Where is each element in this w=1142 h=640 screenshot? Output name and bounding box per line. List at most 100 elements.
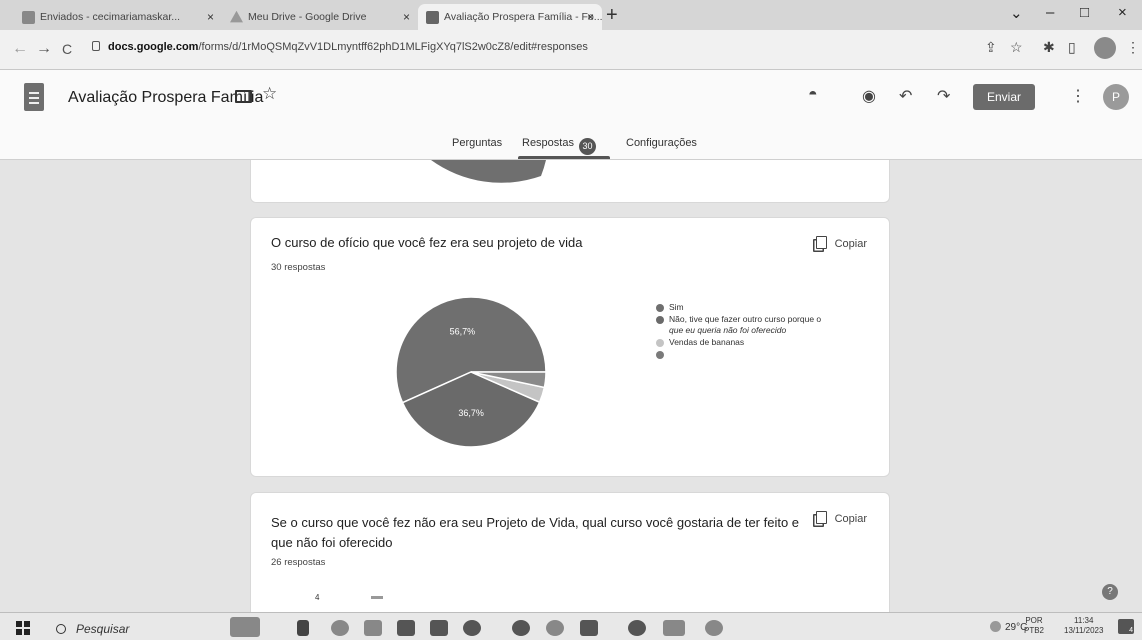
tab-drive[interactable]: Meu Drive - Google Drive × — [222, 4, 418, 30]
bookmark-star-icon[interactable]: ☆ — [1010, 39, 1023, 56]
photos-icon[interactable] — [580, 620, 598, 636]
google-forms-logo[interactable] — [24, 83, 44, 111]
question-card-1: O curso de ofício que você fez era seu p… — [250, 217, 890, 477]
star-icon[interactable]: ☆ — [262, 84, 277, 104]
help-icon[interactable]: ? — [1102, 584, 1118, 600]
profile-extension-icon[interactable] — [1094, 37, 1116, 59]
tab-questions[interactable]: Perguntas — [452, 137, 502, 149]
reload-button[interactable]: C — [62, 41, 72, 57]
share-icon[interactable]: ⇪ — [985, 39, 997, 56]
task-view-icon[interactable] — [297, 620, 309, 636]
tab-responses[interactable]: Respostas 30 — [522, 137, 596, 155]
url-path: /forms/d/1rMoQSMqZvV1DLmyntff62phD1MLFig… — [198, 41, 588, 53]
close-window-button[interactable]: × — [1118, 4, 1127, 21]
legend-swatch — [656, 351, 664, 359]
legend-item[interactable]: Vendas de bananas — [656, 337, 866, 348]
browser-menu-icon[interactable]: ⋮ — [1126, 39, 1140, 56]
question-card-2: Se o curso que você fez não era seu Proj… — [250, 492, 890, 612]
drive-icon — [230, 10, 243, 23]
legend-label: Vendas de bananas — [669, 337, 745, 347]
search-icon — [56, 624, 66, 634]
response-count: 26 respostas — [271, 557, 326, 568]
slice-label: 56,7% — [450, 327, 476, 337]
app-icon[interactable] — [628, 620, 646, 636]
lock-icon — [92, 41, 100, 51]
legend-item[interactable]: Não, tive que fazer outro curso porque o… — [656, 314, 866, 336]
legend-label: Sim — [669, 302, 684, 312]
folder-icon[interactable] — [235, 90, 252, 103]
slice-label: 36,7% — [458, 408, 484, 418]
windows-start-icon[interactable] — [16, 621, 30, 635]
chevron-down-icon[interactable]: ⌄ — [1010, 4, 1023, 22]
file-explorer-icon[interactable] — [364, 620, 382, 636]
previous-question-card — [250, 160, 890, 203]
app-icon[interactable] — [705, 620, 723, 636]
legend-swatch — [656, 339, 664, 347]
weather-sun-icon — [990, 621, 1001, 632]
legend-swatch — [656, 316, 664, 324]
tab-close-icon[interactable]: × — [587, 4, 594, 30]
tab-forms[interactable]: Avaliação Prospera Família - Fo... × — [418, 4, 602, 30]
copy-button[interactable]: Copiar — [815, 511, 867, 525]
mail-icon[interactable] — [430, 620, 448, 636]
app-icon[interactable] — [546, 620, 564, 636]
url-host: docs.google.com — [108, 41, 199, 53]
tab-forms-label: Avaliação Prospera Família - Fo... — [444, 11, 602, 23]
previous-pie-fragment — [431, 160, 546, 183]
clock[interactable]: 11:34 13/11/2023 — [1064, 616, 1103, 636]
minimize-button[interactable]: – — [1046, 4, 1054, 21]
chrome-icon[interactable] — [512, 620, 530, 636]
new-tab-button[interactable]: + — [606, 4, 618, 26]
browser-tab-strip: Enviados - cecimariamaskar... × Meu Driv… — [0, 0, 1142, 30]
chart-axis-label: 4 — [315, 593, 320, 602]
back-button[interactable]: ← — [12, 40, 28, 58]
previous-pie-slice — [431, 160, 546, 183]
app-icon[interactable] — [463, 620, 481, 636]
weather-widget[interactable]: 29°C — [990, 621, 1027, 633]
tab-responses-label: Respostas — [522, 137, 574, 149]
maximize-button[interactable]: □ — [1080, 4, 1089, 21]
taskbar-search[interactable]: Pesquisar — [56, 622, 129, 636]
address-bar[interactable]: docs.google.com/forms/d/1rMoQSMqZvV1DLmy… — [92, 41, 588, 53]
chart-bar-fragment — [371, 596, 383, 599]
undo-icon[interactable]: ↶ — [899, 86, 912, 106]
copy-icon — [815, 511, 827, 524]
preview-eye-icon[interactable]: ◉ — [862, 86, 876, 106]
avatar[interactable]: P — [1103, 84, 1129, 110]
app-icon[interactable] — [663, 620, 685, 636]
tab-settings[interactable]: Configurações — [626, 137, 697, 149]
tab-gmail-label: Enviados - cecimariamaskar... — [40, 11, 181, 23]
language-indicator[interactable]: POR PTB2 — [1024, 616, 1044, 636]
forms-icon — [426, 10, 439, 24]
notification-icon[interactable]: 4 — [1118, 619, 1134, 634]
more-options-icon[interactable]: ⋮ — [1070, 86, 1086, 106]
chart-legend: Sim Não, tive que fazer outro curso porq… — [656, 302, 866, 359]
extensions-icon[interactable]: ✱ — [1043, 39, 1055, 56]
responses-count-badge: 30 — [578, 138, 596, 155]
tab-gmail[interactable]: Enviados - cecimariamaskar... × — [14, 4, 222, 30]
active-tab-indicator — [518, 156, 610, 159]
redo-icon[interactable]: ↷ — [937, 86, 950, 106]
store-icon[interactable] — [397, 620, 415, 636]
forward-button[interactable]: → — [36, 40, 52, 58]
palette-icon[interactable]: ◓ — [808, 86, 818, 104]
lang-bottom: PTB2 — [1024, 626, 1045, 635]
legend-swatch — [656, 304, 664, 312]
clock-time: 11:34 — [1074, 616, 1094, 625]
send-button[interactable]: Enviar — [973, 84, 1035, 110]
edge-icon[interactable] — [331, 620, 349, 636]
gmail-icon — [22, 10, 35, 24]
forms-header: Avaliação Prospera Família ☆ ◓ ◉ ↶ ↷ Env… — [0, 70, 1142, 160]
sidebar-icon[interactable]: ▯ — [1068, 39, 1076, 56]
legend-label-continuation: que eu queria não foi oferecido — [669, 325, 787, 335]
question-title: Se o curso que você fez não era seu Proj… — [271, 515, 800, 550]
taskbar-search-placeholder: Pesquisar — [76, 622, 130, 636]
legend-item[interactable]: Sim — [656, 302, 866, 313]
browser-toolbar: ← → C docs.google.com/forms/d/1rMoQSMqZv… — [0, 30, 1142, 70]
copy-label: Copiar — [834, 513, 867, 525]
windows-taskbar: Pesquisar 29°C POR PTB2 11:34 13/11/2023… — [0, 612, 1142, 640]
tab-drive-label: Meu Drive - Google Drive — [248, 11, 367, 23]
clock-date: 13/11/2023 — [1064, 626, 1104, 635]
tab-close-icon[interactable]: × — [207, 4, 214, 30]
tab-close-icon[interactable]: × — [403, 4, 410, 30]
